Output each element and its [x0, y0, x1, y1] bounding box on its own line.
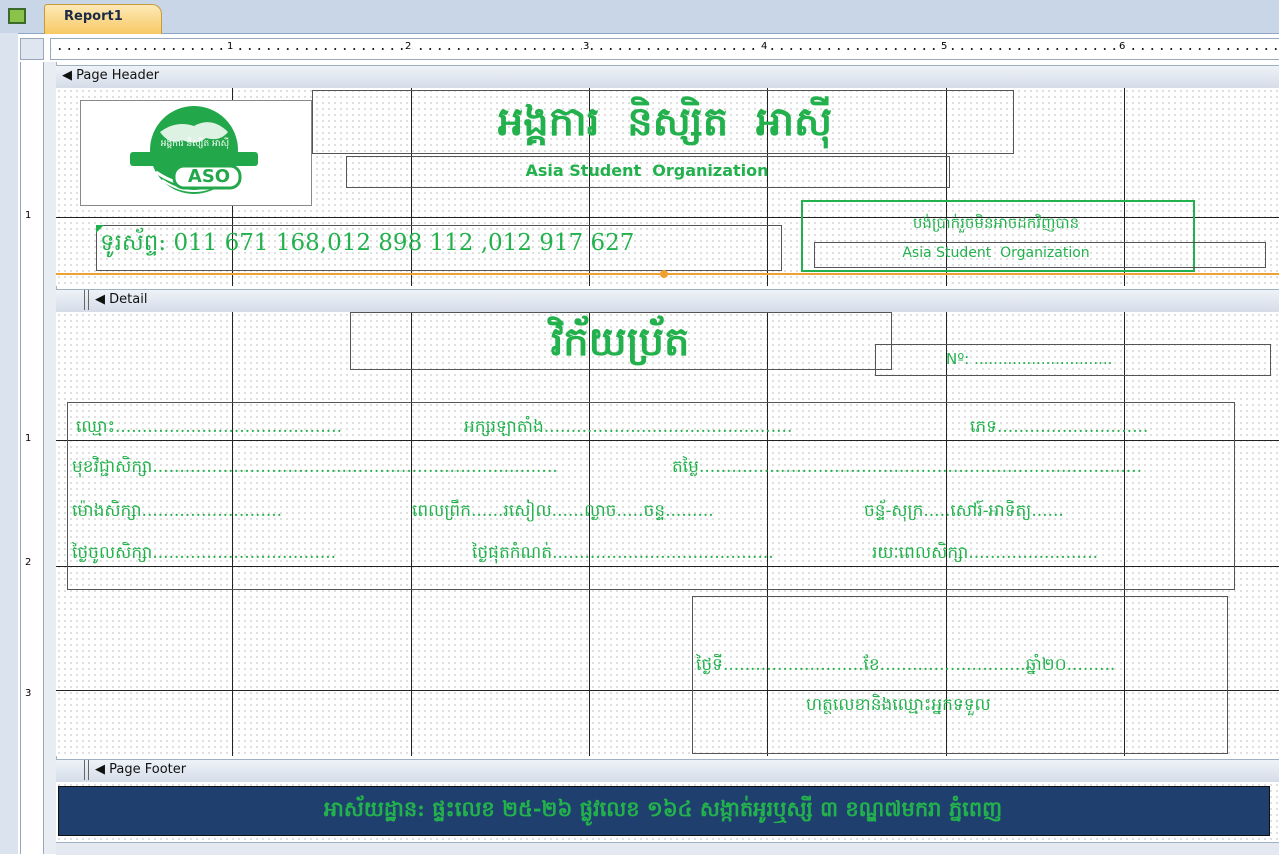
drag-handle-icon[interactable]	[84, 760, 89, 780]
stamp-english: Asia Student Organization	[902, 245, 1090, 261]
h-ruler-number: 4	[760, 41, 769, 52]
title-khmer: អង្គការ និស្សិត អាស៊ី	[497, 98, 833, 145]
field-start-date: ថ្ងៃចូលសិក្សា...........................…	[72, 543, 337, 563]
v-ruler-number: 3	[25, 688, 32, 699]
vertical-ruler[interactable]	[20, 62, 44, 854]
stamp-khmer: បង់ប្រាក់រួចមិនអាចដកវិញបាន	[912, 214, 1080, 232]
phone-text: ទូរស័ព្ទ: 011 671 168,012 898 112 ,012 9…	[100, 230, 635, 256]
report-bottom-edge	[56, 842, 1279, 855]
report-icon	[8, 8, 26, 24]
aso-logo	[130, 106, 258, 194]
v-ruler-number: 2	[25, 557, 32, 568]
invoice-title: វិក័យប្រ័ត	[550, 318, 690, 365]
h-ruler-number: 1	[226, 41, 235, 52]
page-footer-section-label: ◀ Page Footer	[95, 762, 187, 777]
field-sex: ភេទ............................	[970, 417, 1149, 437]
footer-address: អាស័យដ្ឋាន: ផ្ទះលេខ ២៥-២៦ ផ្លូវលេខ ១៦៤ ស…	[323, 796, 1003, 821]
title-english: Asia Student Organization	[525, 161, 769, 180]
v-ruler-number: 1	[25, 433, 32, 444]
page-footer-section-bar[interactable]	[56, 759, 1279, 783]
page-header-section-bar[interactable]	[56, 65, 1279, 89]
h-ruler-number: 3	[582, 41, 591, 52]
field-latin-name: អក្សរឡាតាំង.............................…	[464, 417, 793, 437]
field-subject: មុខវិជ្ជាសិក្សា.........................…	[72, 457, 558, 477]
document-tab-strip	[0, 0, 1279, 34]
field-duration: រយៈពេលសិក្សា........................	[872, 543, 1099, 563]
h-ruler-number: 6	[1118, 41, 1127, 52]
v-ruler-number: 1	[25, 210, 32, 221]
ruler-corner-select-all[interactable]	[20, 38, 44, 60]
detail-section-bar[interactable]	[56, 289, 1279, 313]
logo-khmer-text: អង្គការ និស្សិត អាស៊ី	[160, 139, 230, 149]
logo-caption: ASO	[187, 166, 231, 187]
invoice-number-label: Nº: .............................	[946, 350, 1113, 368]
field-name: ឈ្មោះ...................................…	[76, 417, 342, 437]
divider-handle[interactable]	[660, 270, 668, 278]
left-gutter	[0, 33, 18, 854]
page-header-section-label: ◀ Page Header	[62, 68, 160, 83]
field-price: តម្លៃ...................................…	[672, 457, 1143, 477]
h-ruler-number: 5	[940, 41, 949, 52]
field-session: ពេលព្រឹក......រសៀល......ល្ងាច.....ចន្ទ..…	[412, 501, 714, 521]
date-line: ថ្ងៃទី..........................ខែ......…	[696, 655, 1116, 675]
field-expiry-date: ថ្ងៃផុតកំណត់............................…	[472, 543, 774, 563]
field-days: ចន្ទ័-សុក្រ.....សៅរ៍-អាទិត្យ......	[864, 501, 1064, 521]
drag-handle-icon[interactable]	[84, 290, 89, 310]
signature-label: ហត្ថលេខានិងឈ្មោះអ្នកទទួល	[806, 695, 991, 715]
tab-report1-label: Report1	[64, 9, 123, 24]
field-study-time: ម៉ោងសិក្សា..........................	[72, 501, 283, 521]
h-ruler-number: 2	[404, 41, 413, 52]
detail-section-label: ◀ Detail	[95, 292, 148, 307]
